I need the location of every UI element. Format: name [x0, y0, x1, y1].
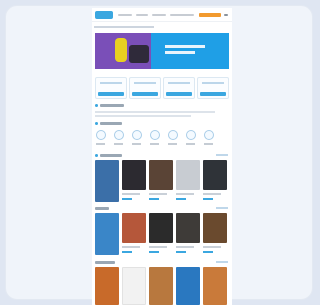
product-thumbnail[interactable] — [176, 213, 200, 243]
text-row — [95, 115, 191, 117]
product-label — [122, 246, 140, 248]
hero-banner[interactable] — [95, 33, 229, 69]
product-thumbnail[interactable] — [203, 213, 227, 243]
product-label — [149, 193, 167, 195]
product-price — [203, 198, 213, 200]
product-label — [176, 246, 194, 248]
feature-card-4[interactable] — [197, 77, 229, 99]
category-label — [204, 143, 213, 145]
section-bullet-icon — [95, 122, 98, 125]
category-label — [132, 143, 141, 145]
feature-card-1[interactable] — [95, 77, 127, 99]
see-all-link[interactable] — [216, 207, 228, 209]
product-price — [122, 251, 132, 253]
nav-link-2[interactable] — [136, 14, 148, 16]
category-icon[interactable] — [114, 130, 124, 140]
hero-image — [95, 33, 151, 69]
product-label — [176, 193, 194, 195]
nav-link-3[interactable] — [152, 14, 166, 16]
see-all-link[interactable] — [216, 154, 228, 156]
category-icon[interactable] — [186, 130, 196, 140]
feature-card-3[interactable] — [163, 77, 195, 99]
product-price — [176, 198, 186, 200]
product-price — [149, 198, 159, 200]
product-label — [203, 246, 221, 248]
product-thumbnail[interactable] — [203, 160, 227, 190]
hero-product — [129, 45, 149, 63]
product-thumbnail[interactable] — [149, 213, 173, 243]
product-label — [149, 246, 167, 248]
header-cta-button[interactable] — [199, 13, 221, 17]
brand-logo-icon[interactable] — [95, 11, 113, 19]
product-price — [203, 251, 213, 253]
category-icon[interactable] — [132, 130, 142, 140]
category-label — [114, 143, 123, 145]
category-icon[interactable] — [204, 130, 214, 140]
product-label — [203, 193, 221, 195]
site-header — [92, 8, 232, 22]
product-thumbnail[interactable] — [149, 267, 173, 305]
product-thumbnail[interactable] — [122, 213, 146, 243]
feature-card-2[interactable] — [129, 77, 161, 99]
section-title-2 — [100, 122, 122, 125]
category-icon[interactable] — [168, 130, 178, 140]
product-price — [149, 251, 159, 253]
product-thumbnail[interactable] — [122, 267, 146, 305]
product-thumbnail[interactable] — [122, 160, 146, 190]
product-price — [122, 198, 132, 200]
product-thumbnail[interactable] — [149, 160, 173, 190]
product-label — [122, 193, 140, 195]
category-icon[interactable] — [96, 130, 106, 140]
product-thumbnail[interactable] — [95, 160, 119, 202]
menu-icon[interactable] — [224, 14, 228, 16]
category-label — [168, 143, 177, 145]
nav-link-1[interactable] — [118, 14, 132, 16]
hero-headline — [165, 45, 205, 48]
product-price — [176, 251, 186, 253]
see-all-link[interactable] — [216, 261, 228, 263]
section-bullet-icon — [95, 154, 98, 157]
breadcrumb[interactable] — [94, 26, 154, 28]
category-label — [150, 143, 159, 145]
section-title-5 — [95, 261, 115, 264]
section-title-3 — [100, 154, 122, 157]
nav-link-4[interactable] — [170, 14, 194, 16]
product-thumbnail[interactable] — [203, 267, 227, 305]
hero-figure — [115, 38, 127, 62]
product-thumbnail[interactable] — [176, 160, 200, 190]
category-icon[interactable] — [150, 130, 160, 140]
section-bullet-icon — [95, 104, 98, 107]
product-thumbnail[interactable] — [95, 213, 119, 255]
product-thumbnail[interactable] — [176, 267, 200, 305]
section-title-1 — [100, 104, 124, 107]
web-page — [92, 8, 232, 305]
product-thumbnail[interactable] — [95, 267, 119, 305]
text-row — [95, 111, 215, 113]
hero-subline — [165, 51, 195, 54]
category-label — [186, 143, 195, 145]
category-label — [96, 143, 105, 145]
section-title-4 — [95, 207, 109, 210]
